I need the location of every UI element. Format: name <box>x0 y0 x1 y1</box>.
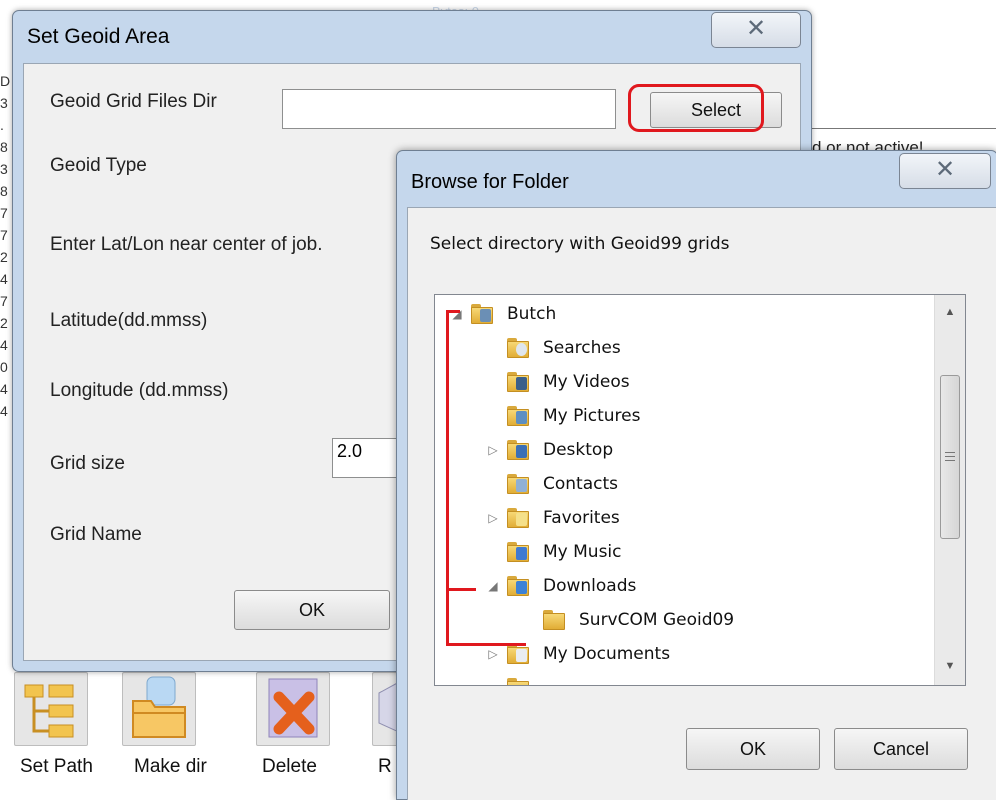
desktop-folder-icon <box>507 439 531 461</box>
tree-item-survcom-geoid09[interactable]: SurvCOM Geoid09 <box>521 605 734 635</box>
delete-label: Delete <box>262 756 317 777</box>
documents-folder-icon <box>507 643 531 665</box>
expand-icon[interactable]: ▷ <box>485 511 501 525</box>
background-panel-border <box>810 128 996 129</box>
favorites-folder-icon <box>507 507 531 529</box>
contacts-folder-icon <box>507 473 531 495</box>
tree-item-label: Searches <box>543 338 621 358</box>
tree-item-label: Downloads <box>543 576 637 596</box>
set-path-button[interactable] <box>14 672 88 746</box>
grid-dir-input[interactable] <box>282 89 616 129</box>
browse-cancel-button[interactable]: Cancel <box>834 728 968 770</box>
folder-icon <box>543 609 567 631</box>
user-folder-icon <box>471 303 495 325</box>
tree-scrollbar[interactable]: ▲ ▼ <box>934 295 965 685</box>
downloads-folder-icon <box>507 575 531 597</box>
annotation-top-tick <box>446 310 460 313</box>
tree-item-butch[interactable]: ◢ Butch <box>449 299 556 329</box>
browse-client-area: Select directory with Geoid99 grids ◢ Bu… <box>407 207 996 800</box>
folder-tree[interactable]: ◢ Butch Searches My Videos My Pictures ▷ <box>434 294 966 686</box>
tree-item-label: My Videos <box>543 372 630 392</box>
tree-item-label: My Documents <box>543 644 671 664</box>
browse-window-title: Browse for Folder <box>411 171 569 193</box>
tree-item-searches[interactable]: Searches <box>485 333 621 363</box>
tree-item-label: Favorites <box>543 508 620 528</box>
grid-name-label: Grid Name <box>50 524 142 545</box>
tree-item-label: My Music <box>543 542 622 562</box>
videos-folder-icon <box>507 371 531 393</box>
tree-item-downloads[interactable]: ◢ Downloads <box>485 571 636 601</box>
scroll-down-arrow-icon[interactable]: ▼ <box>935 653 965 679</box>
scroll-thumb[interactable] <box>940 375 960 539</box>
background-toolbar: Set Path Make dir Delete R <box>0 664 402 798</box>
latitude-label: Latitude(dd.mmss) <box>50 310 208 331</box>
rename-label: R <box>378 756 392 777</box>
browse-close-button[interactable]: ✕ <box>899 153 991 189</box>
browse-ok-button[interactable]: OK <box>686 728 820 770</box>
geoid-type-label: Geoid Type <box>50 155 147 176</box>
folder-icon <box>507 677 531 685</box>
grid-size-label: Grid size <box>50 453 125 474</box>
scroll-up-arrow-icon[interactable]: ▲ <box>935 299 965 325</box>
tree-item-label: My Pictures <box>543 406 641 426</box>
set-path-icon <box>24 684 74 738</box>
delete-icon <box>268 678 318 738</box>
tree-item-favorites[interactable]: ▷ Favorites <box>485 503 620 533</box>
set-path-label: Set Path <box>20 756 93 777</box>
tree-item-my-videos[interactable]: My Videos <box>485 367 630 397</box>
close-icon: ✕ <box>745 15 767 42</box>
expand-icon[interactable]: ▷ <box>485 647 501 661</box>
tree-item-desktop[interactable]: ▷ Desktop <box>485 435 613 465</box>
tree-item-my-music[interactable]: My Music <box>485 537 622 567</box>
grid-dir-label: Geoid Grid Files Dir <box>50 91 217 112</box>
pictures-folder-icon <box>507 405 531 427</box>
annotation-downloads-line <box>446 588 476 591</box>
select-button-highlight <box>628 84 764 132</box>
browse-for-folder-window: Browse for Folder ✕ Select directory wit… <box>396 150 996 800</box>
make-dir-button[interactable] <box>122 672 196 746</box>
tree-item-label: Butch <box>507 304 557 324</box>
longitude-label: Longitude (dd.mmss) <box>50 380 229 401</box>
music-folder-icon <box>507 541 531 563</box>
tree-item-contacts[interactable]: Contacts <box>485 469 618 499</box>
annotation-survcom-line <box>446 643 526 646</box>
searches-folder-icon <box>507 337 531 359</box>
make-dir-label: Make dir <box>134 756 207 777</box>
tree-item-partial <box>485 673 543 685</box>
tree-item-label: Desktop <box>543 440 614 460</box>
browse-instruction: Select directory with Geoid99 grids <box>430 234 730 254</box>
close-icon: ✕ <box>934 156 956 183</box>
make-dir-icon <box>132 676 186 738</box>
tree-item-label: Contacts <box>543 474 618 494</box>
collapse-icon[interactable]: ◢ <box>485 579 501 593</box>
annotation-vertical-line <box>446 310 449 646</box>
tree-item-my-pictures[interactable]: My Pictures <box>485 401 640 431</box>
center-instruction: Enter Lat/Lon near center of job. <box>50 234 323 255</box>
background-left-edge: D3.8387724724044 <box>0 73 11 419</box>
ok-button[interactable]: OK <box>234 590 390 630</box>
close-button[interactable]: ✕ <box>711 12 801 48</box>
delete-button[interactable] <box>256 672 330 746</box>
tree-item-label: SurvCOM Geoid09 <box>579 610 735 630</box>
expand-icon[interactable]: ▷ <box>485 443 501 457</box>
window-title: Set Geoid Area <box>27 25 170 48</box>
